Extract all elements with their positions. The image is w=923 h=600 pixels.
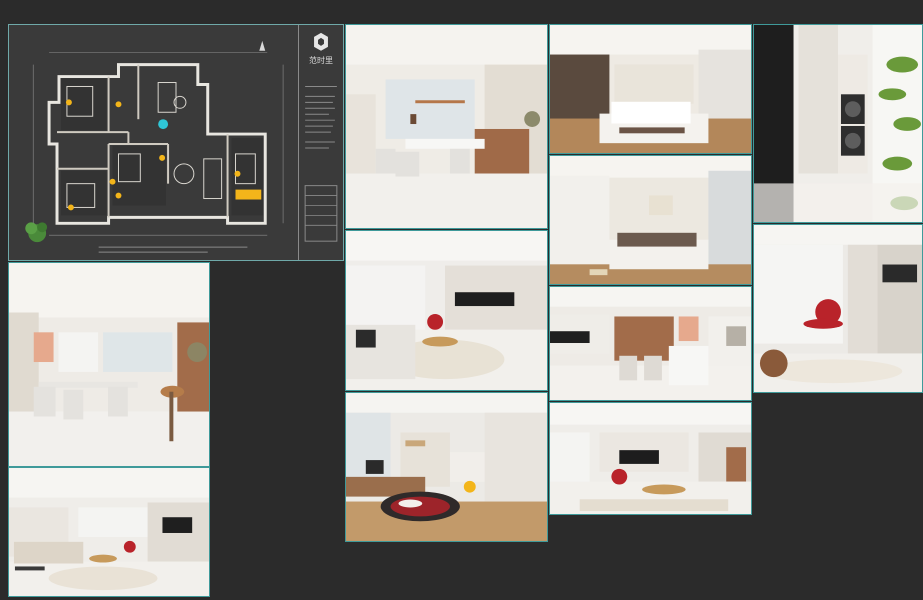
study-room-render-image [346,393,547,541]
living-room-render-image [346,231,547,390]
render-kitchen[interactable] [549,286,752,401]
floor-plan-panel[interactable]: 范时里 [8,24,344,261]
render-bedroom-2[interactable] [549,155,752,285]
living-room-render-image [550,403,751,514]
laundry-closet-render-image [754,25,922,222]
plan-sidebar: 范时里 [298,25,343,260]
render-living-room-red-chair[interactable] [753,224,923,393]
living-room-render-image [754,225,922,392]
render-bedroom-1[interactable] [549,24,752,154]
brand-logo-icon [314,32,328,51]
bedroom-render-image [550,25,751,153]
render-dining-room-1[interactable] [345,24,548,229]
brand-name: 范时里 [309,56,333,65]
dining-room-render-image [346,25,547,228]
bedroom-render-image [550,156,751,284]
dining-room-render-image [9,263,209,466]
render-dining-room-2[interactable] [8,262,210,467]
render-living-room-1[interactable] [345,230,548,391]
living-room-render-image [9,468,209,596]
render-study-room[interactable] [345,392,548,542]
render-living-room-2[interactable] [549,402,752,515]
floor-plan-drawing [9,25,343,260]
render-living-room-3[interactable] [8,467,210,597]
render-laundry-closet[interactable] [753,24,923,223]
kitchen-render-image [550,287,751,400]
